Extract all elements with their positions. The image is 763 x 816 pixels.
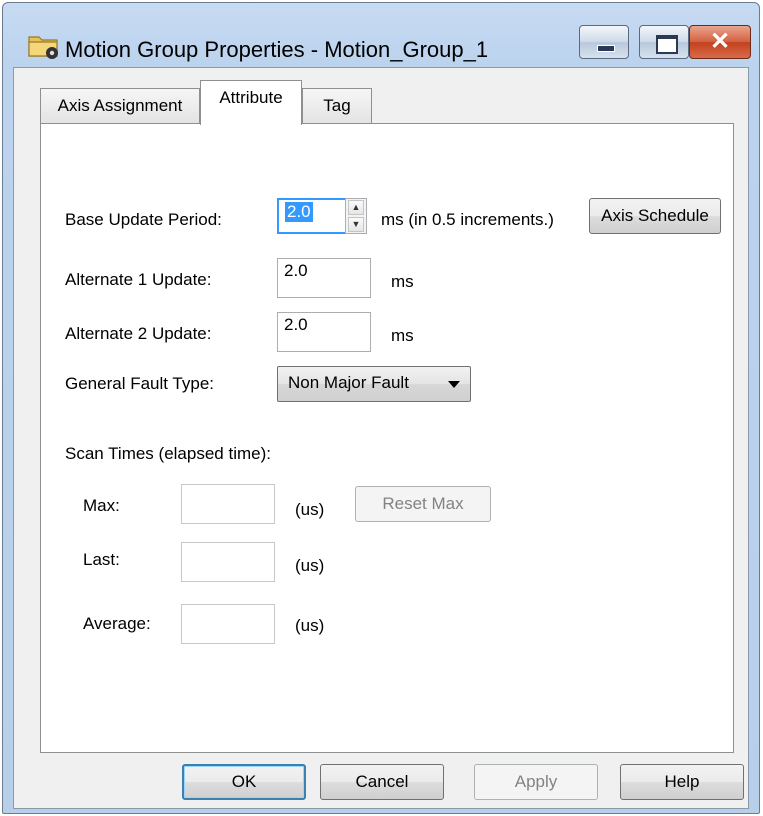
- folder-gear-icon: [28, 36, 58, 59]
- alternate1-update-input[interactable]: 2.0: [277, 258, 371, 298]
- cancel-button[interactable]: Cancel: [320, 764, 444, 800]
- scan-max-label: Max:: [83, 496, 120, 515]
- tab-attribute[interactable]: Attribute: [200, 80, 302, 125]
- scan-average-label: Average:: [83, 614, 151, 633]
- minimize-icon: [597, 45, 615, 52]
- base-update-period-spinner[interactable]: ▲ ▼: [345, 198, 367, 234]
- minimize-button[interactable]: [579, 25, 629, 59]
- general-fault-type-select[interactable]: Non Major Fault: [277, 366, 471, 402]
- base-update-period-input[interactable]: 2.0: [277, 198, 347, 234]
- scan-max-field: [181, 484, 275, 524]
- chevron-down-icon: [448, 381, 460, 388]
- scan-times-heading: Scan Times (elapsed time):: [65, 444, 271, 463]
- scan-average-unit: (us): [295, 616, 325, 635]
- base-update-period-label: Base Update Period:: [65, 210, 222, 229]
- spin-down-icon[interactable]: ▼: [348, 217, 364, 232]
- reset-max-button[interactable]: Reset Max: [355, 486, 491, 522]
- ok-button[interactable]: OK: [182, 764, 306, 800]
- close-button[interactable]: ✕: [689, 25, 751, 59]
- dialog-client-area: Axis Assignment Attribute Tag Base Updat…: [13, 67, 749, 809]
- spin-up-icon[interactable]: ▲: [348, 200, 364, 215]
- alternate1-unit: ms: [391, 272, 414, 291]
- attribute-tab-panel: Base Update Period: 2.0 ▲ ▼ ms (in 0.5 i…: [40, 123, 734, 753]
- general-fault-type-value: Non Major Fault: [288, 373, 409, 392]
- alternate2-update-input[interactable]: 2.0: [277, 312, 371, 352]
- tab-axis-assignment[interactable]: Axis Assignment: [40, 88, 200, 124]
- alternate2-update-label: Alternate 2 Update:: [65, 324, 212, 343]
- alternate1-update-label: Alternate 1 Update:: [65, 270, 212, 289]
- alternate2-unit: ms: [391, 326, 414, 345]
- scan-max-unit: (us): [295, 500, 325, 519]
- axis-schedule-button[interactable]: Axis Schedule: [589, 198, 721, 234]
- scan-last-field: [181, 542, 275, 582]
- apply-button[interactable]: Apply: [474, 764, 598, 800]
- scan-last-unit: (us): [295, 556, 325, 575]
- maximize-icon: [656, 35, 678, 54]
- scan-average-field: [181, 604, 275, 644]
- base-update-unit-note: ms (in 0.5 increments.): [381, 210, 554, 229]
- general-fault-type-label: General Fault Type:: [65, 374, 214, 393]
- base-update-period-value: 2.0: [285, 202, 313, 222]
- window-title: Motion Group Properties - Motion_Group_1: [65, 37, 489, 62]
- dialog-window: Motion Group Properties - Motion_Group_1…: [2, 2, 760, 814]
- tab-tag[interactable]: Tag: [302, 88, 372, 124]
- scan-last-label: Last:: [83, 550, 120, 569]
- help-button[interactable]: Help: [620, 764, 744, 800]
- maximize-button[interactable]: [639, 25, 689, 59]
- close-icon: ✕: [709, 28, 731, 55]
